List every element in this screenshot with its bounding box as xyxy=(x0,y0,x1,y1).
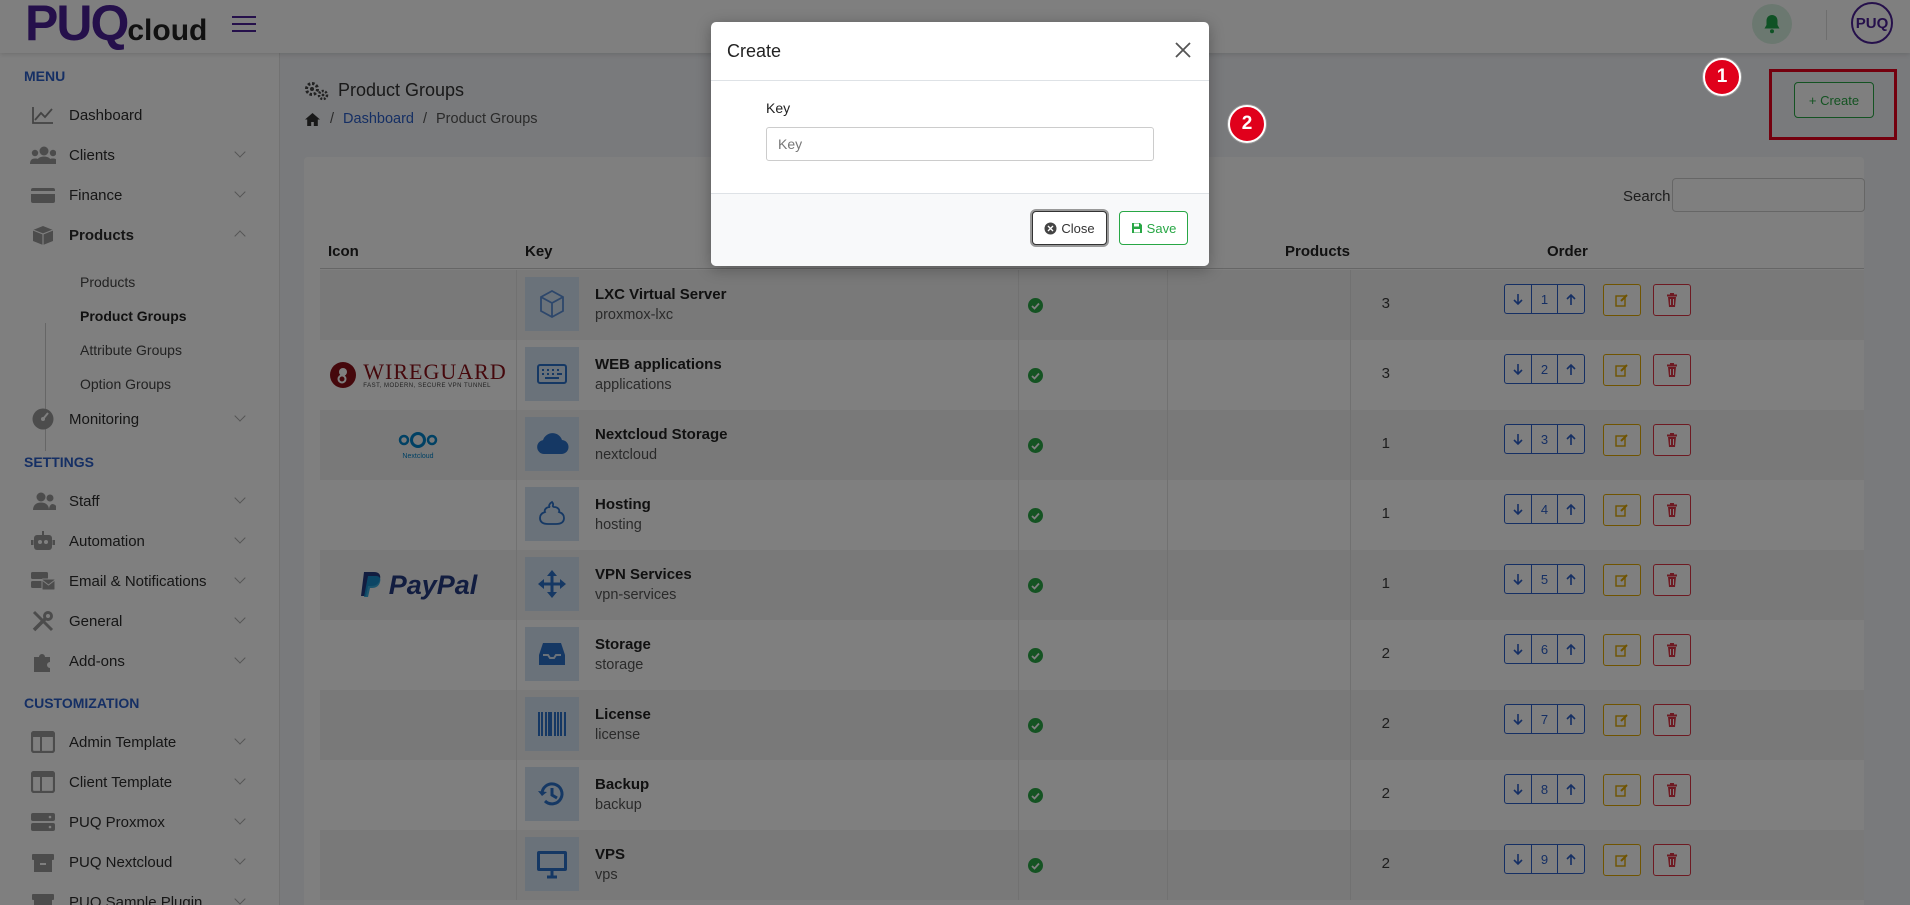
key-input[interactable] xyxy=(766,127,1154,161)
step-marker-1: 1 xyxy=(1703,58,1741,96)
modal-footer: Close Save xyxy=(711,193,1209,266)
step-marker-2: 2 xyxy=(1228,105,1266,143)
create-modal: Create Key Close Save xyxy=(711,22,1209,266)
close-button[interactable]: Close xyxy=(1032,211,1107,245)
close-circle-icon xyxy=(1044,222,1057,234)
key-field-label: Key xyxy=(766,100,791,116)
modal-header: Create xyxy=(711,22,1209,81)
close-icon[interactable] xyxy=(1171,38,1195,62)
save-button[interactable]: Save xyxy=(1119,211,1188,245)
modal-title: Create xyxy=(727,41,782,61)
floppy-icon xyxy=(1131,223,1142,233)
